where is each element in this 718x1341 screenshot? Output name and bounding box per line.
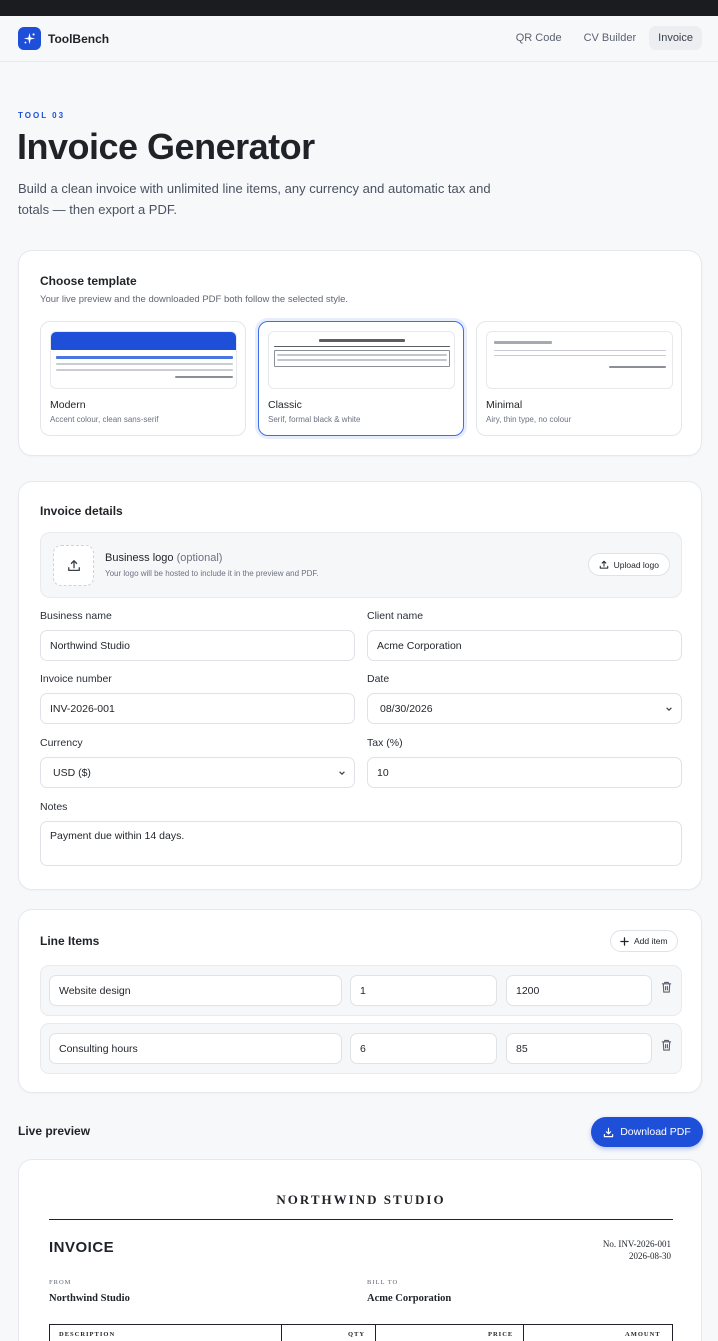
upload-icon [599,560,608,569]
preview-business-heading: NORTHWIND STUDIO [276,1192,446,1207]
top-strip [0,0,718,16]
preview-col-qty: QTY [348,1331,366,1338]
preview-invoice-heading: INVOICE [49,1239,115,1256]
line-item-row: Consulting hours 6 85 [40,1023,682,1074]
hero-eyebrow: TOOL 03 [18,111,66,120]
template-thumb-minimal [486,331,673,389]
client-name-input[interactable]: Acme Corporation [367,630,682,661]
template-thumb-classic [268,331,455,389]
logo-hint: Your logo will be hosted to include it i… [105,569,319,578]
chevron-down-icon [666,707,672,712]
add-item-button[interactable]: Add item [610,930,678,952]
template-thumb-modern [50,331,237,389]
preview-bill-to-label: BILL TO [367,1279,399,1286]
nav-link-qr-code[interactable]: QR Code [507,26,571,50]
logo-upload-box: Business logo (optional) Your logo will … [40,532,682,598]
page-title: Invoice Generator [17,126,315,167]
nav-link-cv-builder[interactable]: CV Builder [575,26,646,50]
date-input[interactable]: 08/30/2026 [367,693,682,724]
template-card-subtitle: Your live preview and the downloaded PDF… [40,294,349,305]
brand-name: ToolBench [48,31,110,46]
template-option-classic[interactable]: Classic Serif, formal black & white [258,321,464,436]
nav-link-invoice[interactable]: Invoice [649,26,702,50]
upload-icon[interactable] [53,545,94,586]
tax-label: Tax (%) [367,737,403,749]
navbar: ToolBench QR Code CV Builder Invoice [0,16,718,62]
plus-icon [620,936,629,946]
notes-label: Notes [40,801,68,813]
item-qty-input[interactable]: 1 [350,975,497,1006]
business-name-label: Business name [40,610,112,622]
currency-select[interactable]: USD ($) [40,757,355,788]
item-price-input[interactable]: 85 [506,1033,652,1064]
preview-from-name: Northwind Studio [49,1293,130,1304]
template-option-modern[interactable]: Modern Accent colour, clean sans-serif [40,321,246,436]
preview-items-table: DESCRIPTION QTY PRICE AMOUNT [49,1324,673,1341]
item-qty-input[interactable]: 6 [350,1033,497,1064]
preview-col-price: PRICE [488,1331,514,1338]
template-desc: Serif, formal black & white [268,415,361,424]
template-name: Modern [50,399,86,411]
template-option-minimal[interactable]: Minimal Airy, thin type, no colour [476,321,682,436]
chevron-down-icon [339,771,345,776]
logo-label: Business logo (optional) [105,552,223,564]
preview-invoice-number: No. INV-2026-001 [602,1239,671,1249]
download-pdf-button[interactable]: Download PDF [591,1117,703,1147]
notes-textarea[interactable]: Payment due within 14 days. [40,821,682,866]
item-price-input[interactable]: 1200 [506,975,652,1006]
template-name: Minimal [486,399,523,411]
download-icon [603,1127,614,1137]
client-name-label: Client name [367,610,424,622]
currency-label: Currency [40,737,83,749]
line-item-row: Website design 1 1200 [40,965,682,1016]
preview-bill-to-name: Acme Corporation [367,1293,452,1304]
template-card: Choose template Your live preview and th… [18,250,702,456]
preview-invoice-meta: No. INV-2026-001 2026-08-30 [603,1238,671,1262]
tax-input[interactable]: 10 [367,757,682,788]
invoice-number-input[interactable]: INV-2026-001 [40,693,355,724]
business-name-input[interactable]: Northwind Studio [40,630,355,661]
template-desc: Airy, thin type, no colour [486,415,572,424]
invoice-details-card: Invoice details Business logo (optional)… [18,481,702,890]
preview-col-amount: AMOUNT [625,1331,661,1338]
preview-col-description: DESCRIPTION [59,1331,116,1338]
hero-description: Build a clean invoice with unlimited lin… [18,181,491,217]
preview-invoice-date: 2026-08-30 [629,1251,671,1261]
live-preview-title: Live preview [18,1124,91,1138]
template-name: Classic [268,399,302,411]
preview-divider [49,1219,673,1220]
invoice-preview: NORTHWIND STUDIO INVOICE No. INV-2026-00… [18,1159,702,1341]
trash-icon[interactable] [661,981,672,993]
nav-links: QR Code CV Builder Invoice [507,26,702,50]
line-items-title: Line Items [40,934,100,948]
invoice-number-label: Invoice number [40,673,112,685]
invoice-details-title: Invoice details [40,504,123,518]
upload-logo-button[interactable]: Upload logo [587,553,670,576]
trash-icon[interactable] [661,1039,672,1051]
preview-from-label: FROM [49,1279,72,1286]
template-desc: Accent colour, clean sans-serif [50,415,159,424]
brand[interactable]: ToolBench [18,27,109,50]
date-label: Date [367,673,390,685]
item-description-input[interactable]: Consulting hours [49,1033,342,1064]
line-items-card: Line Items Add item Website design 1 120… [18,909,702,1093]
sparkle-icon [18,27,41,50]
item-description-input[interactable]: Website design [49,975,342,1006]
template-card-title: Choose template [40,274,137,288]
